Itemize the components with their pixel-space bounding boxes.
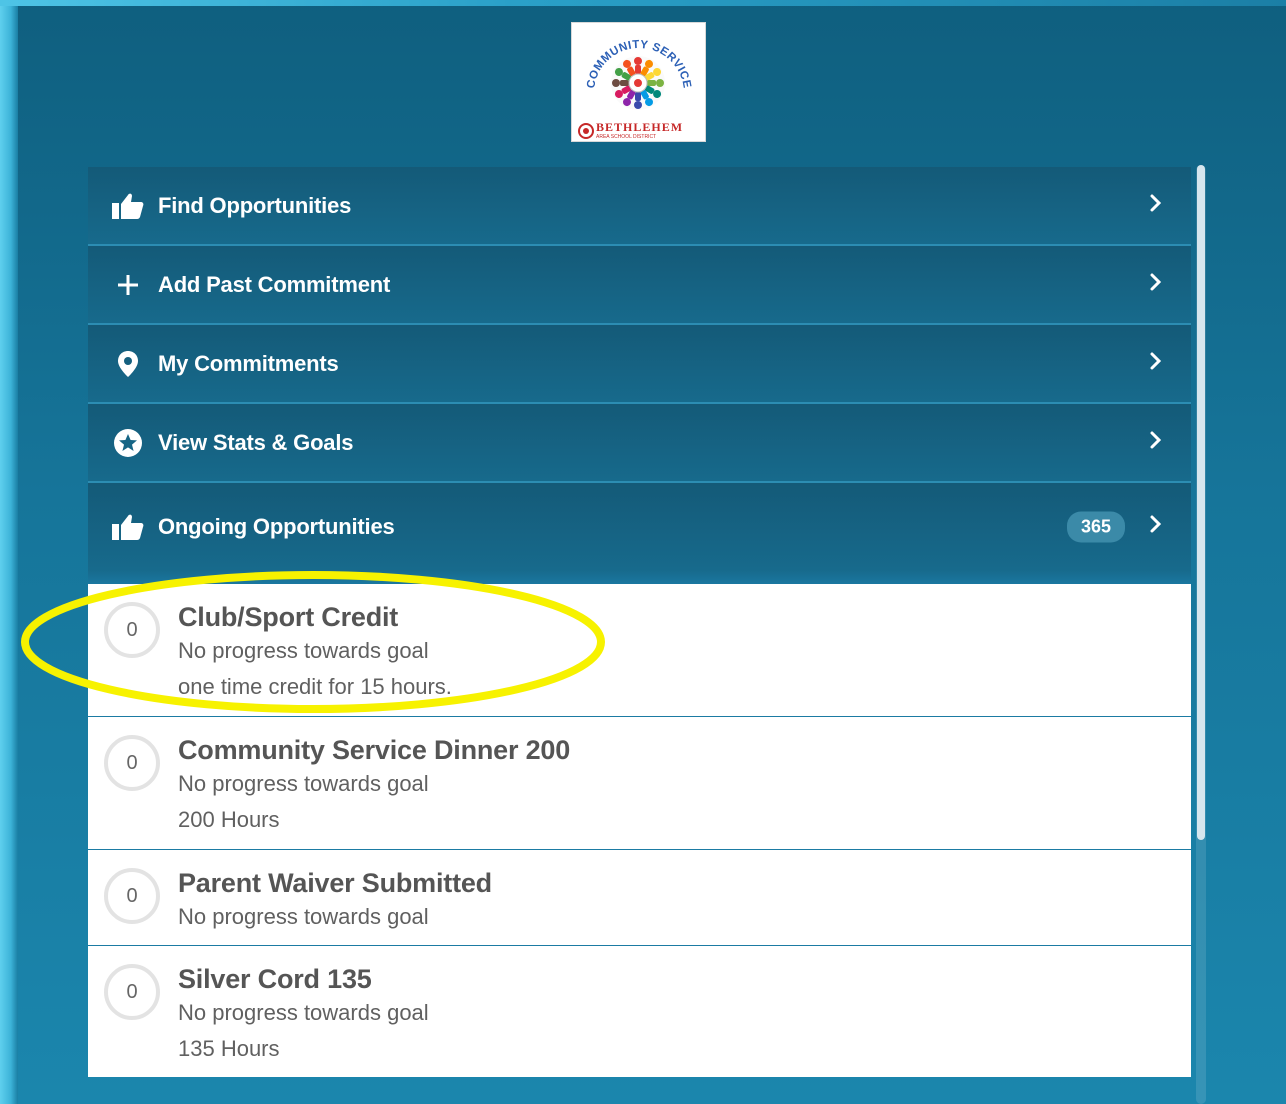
goal-item-silver-cord[interactable]: 0 Silver Cord 135 No progress towards go… [88, 946, 1191, 1077]
thumbs-up-icon [108, 513, 148, 541]
map-pin-icon [108, 350, 148, 378]
goal-detail: 200 Hours [178, 807, 280, 832]
goals-list: 0 Club/Sport Credit No progress towards … [88, 584, 1191, 1077]
star-circle-icon [108, 428, 148, 458]
menu-ongoing-opportunities[interactable]: Ongoing Opportunities 365 [88, 483, 1191, 570]
chevron-right-icon [1149, 193, 1163, 219]
menu-label: View Stats & Goals [158, 429, 354, 455]
scrollbar-thumb[interactable] [1197, 165, 1205, 840]
chevron-right-icon [1149, 272, 1163, 298]
svg-text:BETHLEHEM: BETHLEHEM [596, 120, 683, 134]
menu-my-commitments[interactable]: My Commitments [88, 325, 1191, 404]
goal-status: No progress towards goal [178, 904, 429, 929]
goal-title: Parent Waiver Submitted [178, 868, 492, 898]
progress-ring: 0 [103, 963, 161, 1021]
main-menu: Find Opportunities Add Past Commitment M… [88, 167, 1191, 1077]
menu-view-stats-goals[interactable]: View Stats & Goals [88, 404, 1191, 483]
svg-text:AREA SCHOOL DISTRICT: AREA SCHOOL DISTRICT [596, 134, 656, 140]
menu-list-divider [88, 570, 1191, 584]
thumbs-up-icon [108, 192, 148, 220]
goal-item-parent-waiver[interactable]: 0 Parent Waiver Submitted No progress to… [88, 850, 1191, 946]
progress-value: 0 [126, 884, 138, 907]
chevron-right-icon [1149, 430, 1163, 456]
goal-title: Silver Cord 135 [178, 964, 372, 994]
goal-detail: 135 Hours [178, 1036, 280, 1061]
goal-detail: one time credit for 15 hours. [178, 674, 452, 699]
window-frame-top [0, 0, 1286, 6]
menu-label: Add Past Commitment [158, 271, 391, 297]
menu-label: Ongoing Opportunities [158, 513, 395, 539]
goal-title: Club/Sport Credit [178, 602, 399, 632]
window-frame-left [0, 0, 18, 1104]
goal-item-community-service-dinner[interactable]: 0 Community Service Dinner 200 No progre… [88, 717, 1191, 850]
progress-ring: 0 [103, 734, 161, 792]
chevron-right-icon [1149, 514, 1163, 540]
progress-value: 0 [126, 751, 138, 774]
progress-ring: 0 [103, 867, 161, 925]
menu-find-opportunities[interactable]: Find Opportunities [88, 167, 1191, 246]
chevron-right-icon [1149, 351, 1163, 377]
count-badge: 365 [1066, 511, 1125, 542]
menu-label: My Commitments [158, 350, 339, 376]
goal-status: No progress towards goal [178, 638, 429, 663]
menu-add-past-commitment[interactable]: Add Past Commitment [88, 246, 1191, 325]
goal-item-club-sport-credit[interactable]: 0 Club/Sport Credit No progress towards … [88, 584, 1191, 717]
progress-ring: 0 [103, 601, 161, 659]
goal-title: Community Service Dinner 200 [178, 735, 571, 765]
progress-value: 0 [126, 618, 138, 641]
plus-icon [108, 273, 148, 297]
community-service-logo: COMMUNITY SERVICE BETHLEHEM AREA SCHOOL … [571, 22, 706, 142]
progress-value: 0 [126, 980, 138, 1003]
goal-status: No progress towards goal [178, 1000, 429, 1025]
goal-status: No progress towards goal [178, 771, 429, 796]
menu-label: Find Opportunities [158, 192, 352, 218]
